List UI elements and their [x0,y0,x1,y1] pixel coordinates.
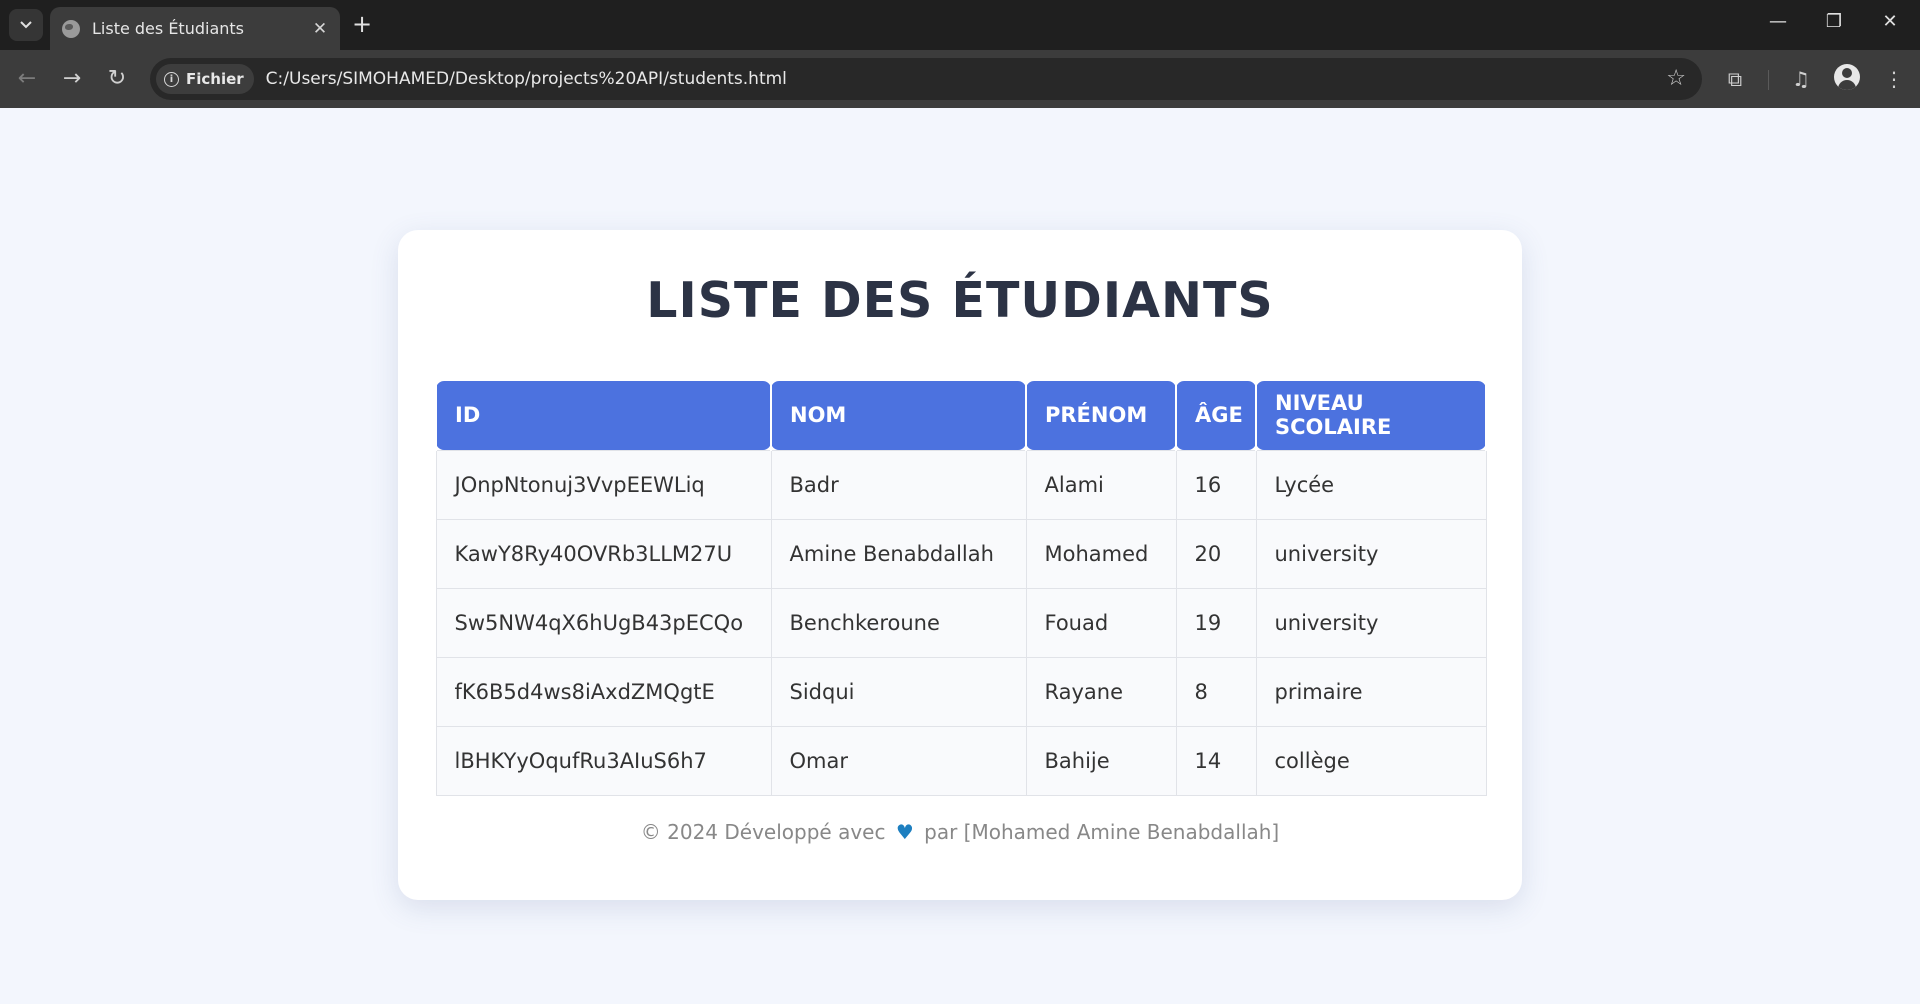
footer-text-after: par [Mohamed Amine Benabdallah] [924,820,1280,844]
close-tab-icon[interactable]: ✕ [310,19,330,39]
column-header-prenom: PRÉNOM [1025,381,1177,450]
students-table: ID NOM PRÉNOM ÂGE NIVEAU SCOLAIRE JOnpNt… [435,381,1487,796]
reload-icon[interactable]: ↻ [102,64,132,94]
page-footer: © 2024 Développé avec ♥ par [Mohamed Ami… [398,820,1522,844]
cell-id: lBHKYyOqufRu3AIuS6h7 [435,725,772,796]
students-card: LISTE DES ÉTUDIANTS ID NOM PRÉNOM ÂGE NI… [398,230,1522,900]
table-row: Sw5NW4qX6hUgB43pECQo Benchkeroune Fouad … [435,587,1487,658]
chevron-down-icon [20,21,32,29]
column-header-id: ID [435,381,772,450]
cell-prenom: Rayane [1025,656,1177,727]
cell-prenom: Alami [1025,449,1177,520]
cell-niveau: primaire [1255,656,1487,727]
cell-nom: Badr [770,449,1027,520]
cell-nom: Sidqui [770,656,1027,727]
globe-icon [62,19,80,38]
media-controls-icon[interactable]: ♫ [1787,66,1815,92]
tab-strip: Liste des Étudiants ✕ + — ❐ ✕ [0,0,1920,50]
cell-prenom: Mohamed [1025,518,1177,589]
extensions-icon[interactable]: ⧉ [1721,66,1749,92]
url-text[interactable]: C:/Users/SIMOHAMED/Desktop/projects%20AP… [266,69,787,89]
back-arrow-icon[interactable]: ← [12,64,42,94]
new-tab-button[interactable]: + [352,12,372,36]
minimize-icon[interactable]: — [1763,11,1793,32]
cell-id: KawY8Ry40OVRb3LLM27U [435,518,772,589]
more-menu-icon[interactable]: ⋮ [1880,66,1908,92]
table-row: KawY8Ry40OVRb3LLM27U Amine Benabdallah M… [435,518,1487,589]
cell-age: 20 [1175,518,1257,589]
cell-prenom: Fouad [1025,587,1177,658]
browser-toolbar: ← → ↻ i Fichier C:/Users/SIMOHAMED/Deskt… [0,50,1920,108]
close-window-icon[interactable]: ✕ [1875,11,1905,32]
cell-id: Sw5NW4qX6hUgB43pECQo [435,587,772,658]
cell-niveau: collège [1255,725,1487,796]
heart-icon: ♥ [895,820,914,844]
forward-arrow-icon[interactable]: → [57,64,87,94]
table-header-row: ID NOM PRÉNOM ÂGE NIVEAU SCOLAIRE [435,381,1487,450]
column-header-nom: NOM [770,381,1027,450]
cell-age: 19 [1175,587,1257,658]
cell-nom: Amine Benabdallah [770,518,1027,589]
toolbar-divider [1768,70,1769,90]
bookmark-star-icon[interactable]: ☆ [1666,66,1686,91]
table-row: JOnpNtonuj3VvpEEWLiq Badr Alami 16 Lycée [435,449,1487,520]
tab-search-button[interactable] [9,9,43,41]
info-icon: i [164,71,179,87]
column-header-niveau: NIVEAU SCOLAIRE [1255,381,1487,450]
address-bar[interactable]: i Fichier C:/Users/SIMOHAMED/Desktop/pro… [150,58,1702,100]
site-chip-label: Fichier [186,70,244,88]
cell-niveau: university [1255,518,1487,589]
cell-age: 8 [1175,656,1257,727]
cell-nom: Benchkeroune [770,587,1027,658]
cell-prenom: Bahije [1025,725,1177,796]
cell-niveau: university [1255,587,1487,658]
tab-title: Liste des Étudiants [92,19,244,38]
browser-tab[interactable]: Liste des Étudiants ✕ [50,7,340,50]
profile-avatar-icon[interactable] [1834,64,1860,90]
restore-icon[interactable]: ❐ [1819,11,1849,32]
table-row: lBHKYyOqufRu3AIuS6h7 Omar Bahije 14 coll… [435,725,1487,796]
cell-niveau: Lycée [1255,449,1487,520]
cell-nom: Omar [770,725,1027,796]
cell-age: 14 [1175,725,1257,796]
cell-age: 16 [1175,449,1257,520]
cell-id: JOnpNtonuj3VvpEEWLiq [435,449,772,520]
page-title: LISTE DES ÉTUDIANTS [646,272,1274,329]
footer-text-before: © 2024 Développé avec [640,820,886,844]
column-header-age: ÂGE [1175,381,1257,450]
table-row: fK6B5d4ws8iAxdZMQgtE Sidqui Rayane 8 pri… [435,656,1487,727]
site-info-chip[interactable]: i Fichier [156,64,254,94]
cell-id: fK6B5d4ws8iAxdZMQgtE [435,656,772,727]
